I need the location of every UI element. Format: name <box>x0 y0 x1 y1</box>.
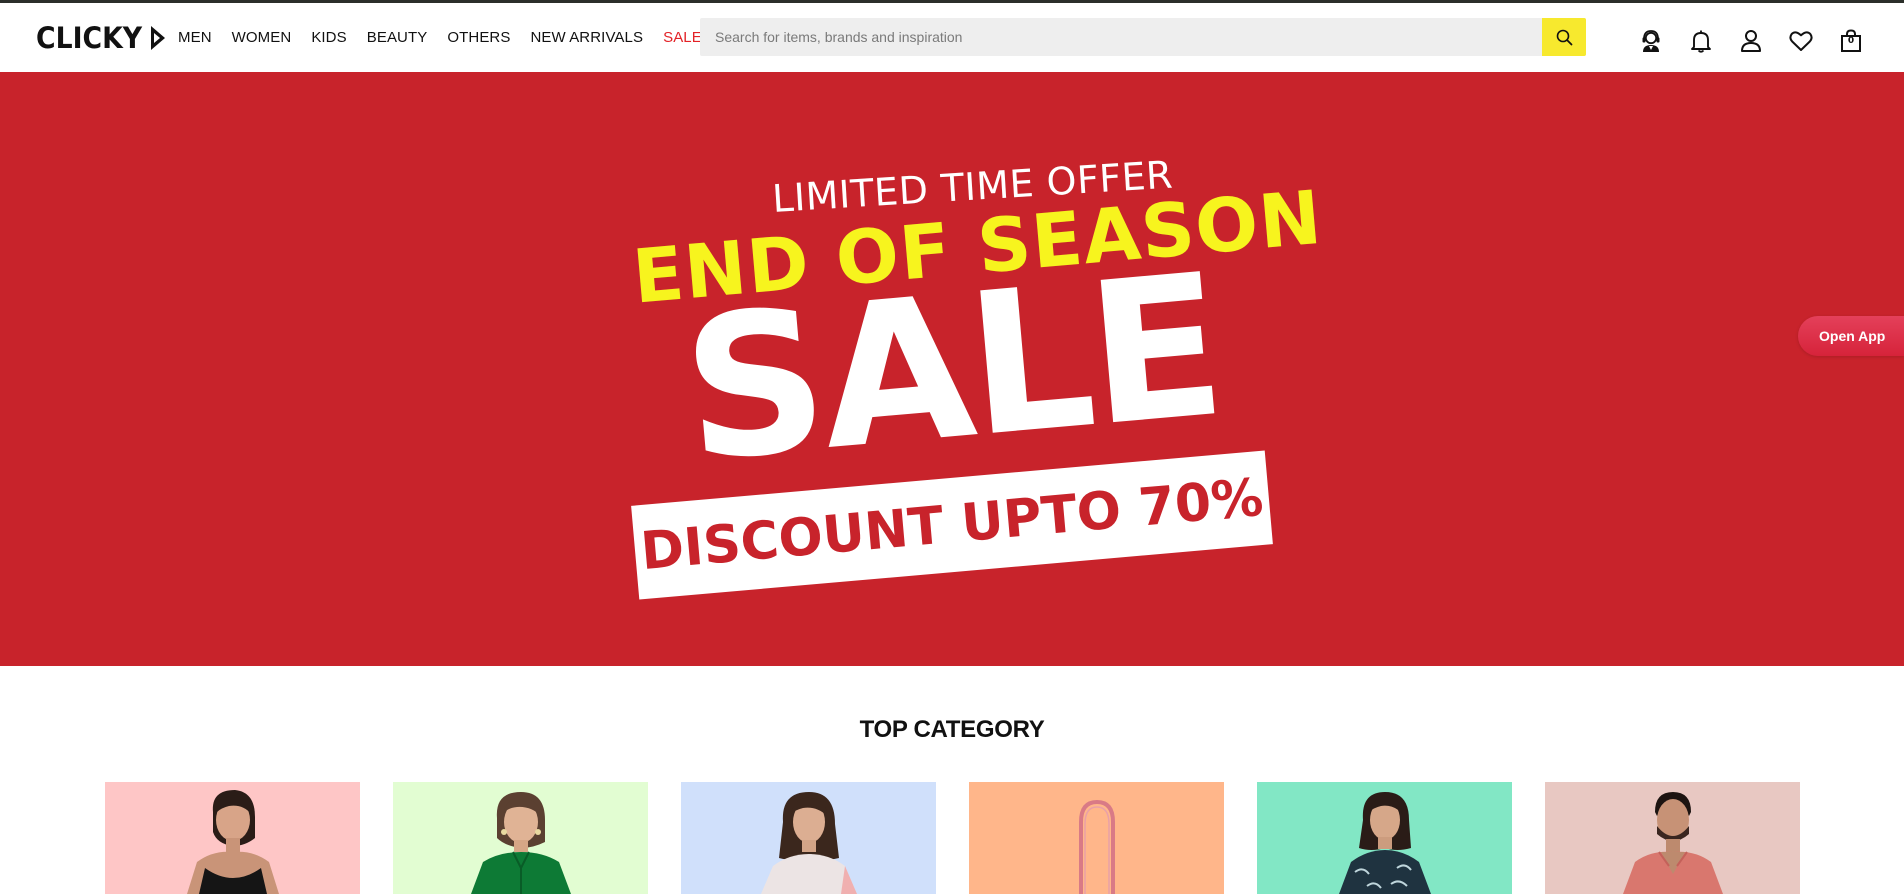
cart-count-badge: 0 <box>1847 36 1855 46</box>
category-model-image <box>761 792 857 894</box>
nav-item-kids[interactable]: KIDS <box>311 29 346 46</box>
support-icon <box>1642 30 1660 52</box>
top-category-list <box>105 782 1833 894</box>
cart-button[interactable]: 0 <box>1826 25 1876 57</box>
category-card[interactable] <box>105 782 360 894</box>
notifications-button[interactable] <box>1676 25 1726 57</box>
category-card[interactable] <box>969 782 1224 894</box>
hero-banner[interactable]: LIMITED TIME OFFER END OF SEASON SALE DI… <box>0 72 1904 666</box>
top-category-title: TOP CATEGORY <box>859 716 1045 743</box>
main-navigation: MEN WOMEN KIDS BEAUTY OTHERS NEW ARRIVAL… <box>178 29 722 46</box>
logo-arrow-icon <box>151 26 166 50</box>
site-header: CLICKY MEN WOMEN KIDS BEAUTY OTHERS NEW … <box>0 3 1904 72</box>
support-button[interactable] <box>1626 25 1676 57</box>
bell-icon <box>1691 30 1711 53</box>
category-model-image <box>1339 792 1431 894</box>
search-input[interactable] <box>700 18 1542 56</box>
category-card[interactable] <box>393 782 648 894</box>
category-card[interactable] <box>1257 782 1512 894</box>
category-card[interactable] <box>681 782 936 894</box>
user-icon <box>1741 30 1761 52</box>
wishlist-button[interactable] <box>1776 25 1826 57</box>
category-model-image <box>471 792 571 894</box>
category-card[interactable] <box>1545 782 1800 894</box>
category-model-image <box>187 790 279 894</box>
search-button[interactable] <box>1542 18 1586 56</box>
brand-logo[interactable]: CLICKY <box>36 21 167 55</box>
account-button[interactable] <box>1726 25 1776 57</box>
nav-item-men[interactable]: MEN <box>178 29 212 46</box>
open-app-button[interactable]: Open App <box>1798 316 1904 356</box>
heart-icon <box>1789 31 1813 51</box>
nav-item-beauty[interactable]: BEAUTY <box>367 29 428 46</box>
header-actions: 0 <box>1626 25 1876 57</box>
category-bag-image <box>1079 799 1115 894</box>
nav-item-sale[interactable]: SALE <box>663 29 702 46</box>
search-bar <box>700 18 1586 56</box>
nav-item-new-arrivals[interactable]: NEW ARRIVALS <box>530 29 643 46</box>
brand-name: CLICKY <box>36 21 143 55</box>
nav-item-others[interactable]: OTHERS <box>447 29 510 46</box>
category-model-image <box>1623 792 1723 894</box>
search-icon <box>1556 29 1572 45</box>
nav-item-women[interactable]: WOMEN <box>232 29 292 46</box>
